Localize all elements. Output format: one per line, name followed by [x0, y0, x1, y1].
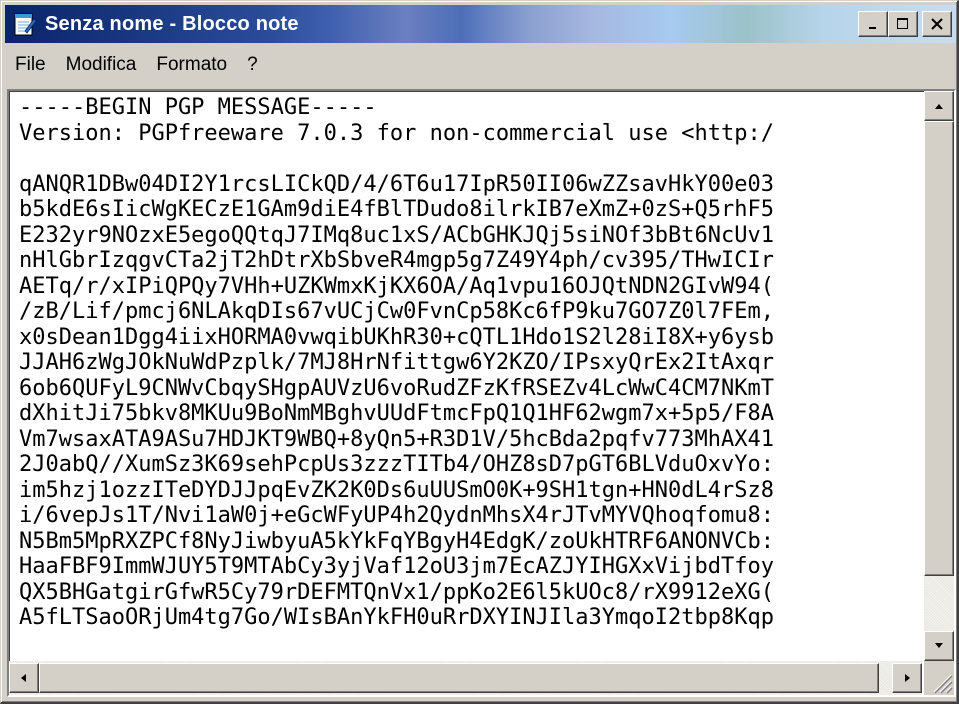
text-line: N5Bm5MpRXZPCf8NyJiwbyuA5kYkFqYBgyH4EdgK/…: [19, 528, 774, 554]
notepad-icon: [14, 13, 37, 36]
vertical-scrollbar[interactable]: [924, 91, 954, 661]
vertical-scroll-thumb[interactable]: [924, 121, 954, 576]
minimize-button[interactable]: [858, 11, 888, 37]
text-line: -----BEGIN PGP MESSAGE-----: [19, 95, 377, 120]
horizontal-scroll-thumb[interactable]: [39, 663, 879, 693]
text-line: /zB/Lif/pmcj6NLAkqDIs67vUCjCw0FvnCp58Kc6…: [19, 299, 774, 324]
notepad-window: Senza nome - Blocco note File Modifica F…: [0, 0, 959, 704]
editor-frame: -----BEGIN PGP MESSAGE----- Version: PGP…: [7, 89, 956, 697]
scroll-down-button[interactable]: [924, 631, 954, 661]
text-line: Vm7wsaxATA9ASu7HDJKT9WBQ+8yQn5+R3D1V/5hc…: [19, 426, 774, 452]
maximize-button[interactable]: [888, 11, 918, 37]
text-line: A5fLTSaoORjUm4tg7Go/WIsBAnYkFH0uRrDXYINJ…: [19, 605, 774, 630]
text-editor[interactable]: -----BEGIN PGP MESSAGE----- Version: PGP…: [13, 95, 926, 657]
menu-file[interactable]: File: [5, 47, 56, 83]
resize-grip[interactable]: [924, 661, 954, 695]
arrow-down-icon: [935, 643, 943, 648]
menu-bar: File Modifica Formato ?: [5, 47, 956, 83]
window-title: Senza nome - Blocco note: [45, 12, 299, 35]
scroll-left-button[interactable]: [9, 663, 39, 693]
text-line: AETq/r/xIPiQPQy7VHh+UZKWmxKjKX6OA/Aq1vpu…: [19, 273, 774, 299]
text-line: QX5BHGatgirGfwR5Cy79rDEFMTQnVx1/ppKo2E6l…: [19, 579, 774, 605]
close-button[interactable]: [922, 11, 952, 37]
text-line: 2J0abQ//XumSz3K69sehPcpUs3zzzTITb4/OHZ8s…: [19, 452, 774, 477]
close-icon: [931, 18, 943, 30]
text-line: x0sDean1Dgg4iixHORMA0vwqibUKhR30+cQTL1Hd…: [19, 324, 774, 350]
text-line: dXhitJi75bkv8MKUu9BoNmMBghvUUdFtmcFpQ1Q1…: [19, 401, 774, 426]
arrow-right-icon: [905, 674, 910, 682]
horizontal-scrollbar[interactable]: [9, 661, 922, 695]
minimize-icon: [869, 27, 876, 29]
text-line: Version: PGPfreeware 7.0.3 for non-comme…: [19, 120, 774, 146]
maximize-icon: [897, 18, 908, 29]
text-line: qANQR1DBw04DI2Y1rcsLICkQD/4/6T6u17IpR50I…: [19, 171, 774, 197]
text-line: [13, 146, 926, 172]
menu-help[interactable]: ?: [237, 47, 268, 83]
text-line: E232yr9NOzxE5egoQQtqJ7IMq8uc1xS/ACbGHKJQ…: [19, 222, 774, 248]
scroll-up-button[interactable]: [924, 91, 954, 121]
title-bar[interactable]: Senza nome - Blocco note: [5, 5, 956, 43]
arrow-left-icon: [21, 674, 26, 682]
text-line: HaaFBF9ImmWJUY5T9MTAbCy3yjVaf12oU3jm7EcA…: [19, 554, 774, 579]
menu-formato[interactable]: Formato: [146, 47, 237, 83]
text-line: i/6vepJs1T/Nvi1aW0j+eGcWFyUP4h2QydnMhsX4…: [19, 503, 774, 528]
text-line: b5kdE6sIicWgKECzE1GAm9diE4fBlTDudo8ilrkI…: [19, 197, 774, 222]
text-line: JJAH6zWgJOkNuWdPzplk/7MJ8HrNfittgw6Y2KZO…: [19, 350, 774, 375]
menu-modifica[interactable]: Modifica: [56, 47, 147, 83]
text-line: 6ob6QUFyL9CNWvCbqySHgpAUVzU6voRudZFzKfRS…: [19, 375, 774, 401]
caption-buttons: [858, 11, 952, 37]
text-line: im5hzj1ozzITeDYDJJpqEvZK2K0Ds6uUUSmO0K+9…: [19, 477, 774, 503]
resize-grip-icon: [933, 674, 953, 694]
text-line: nHlGbrIzqgvCTa2jT2hDtrXbSbveR4mgp5g7Z49Y…: [19, 248, 774, 273]
scroll-right-button[interactable]: [892, 663, 922, 693]
arrow-up-icon: [935, 104, 943, 109]
